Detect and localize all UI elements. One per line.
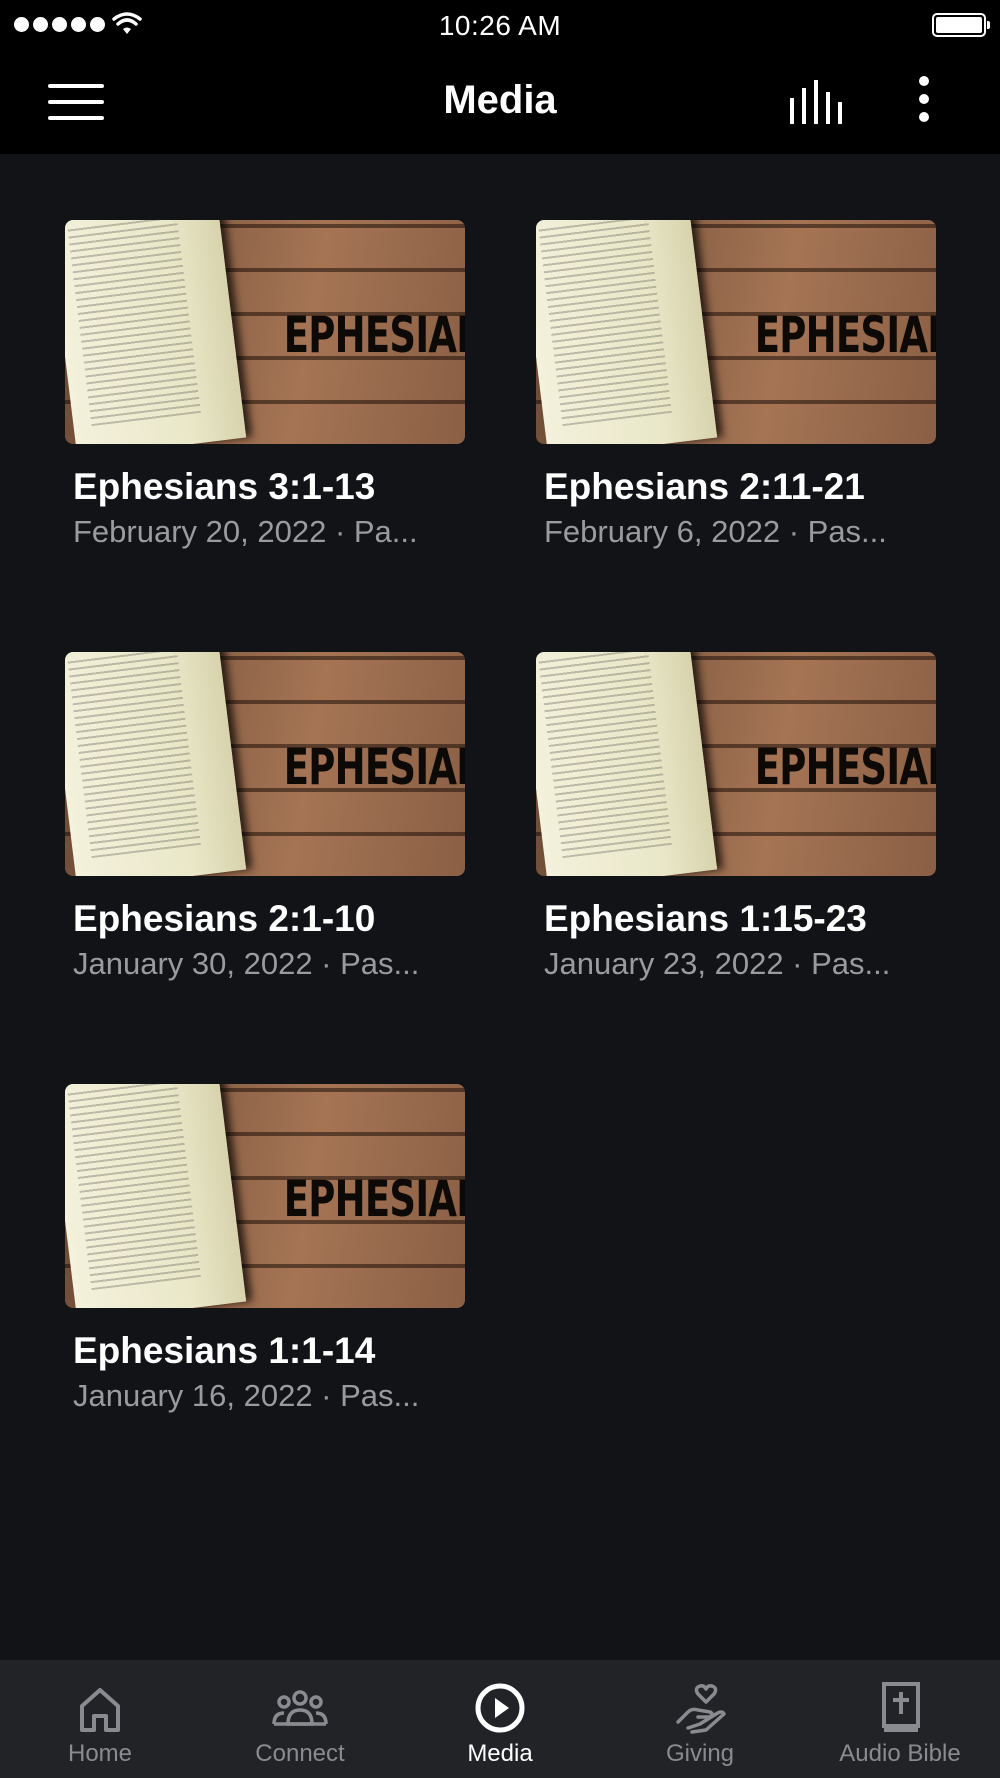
media-card[interactable]: EPHESIANS Ephesians 2:11-21 February 6, … [536,220,936,550]
play-circle-icon [475,1683,525,1733]
thumbnail-label: EPHESIANS [754,306,936,364]
tab-label: Audio Bible [839,1740,961,1767]
nav-bar: Media [0,50,1000,154]
tab-label: Media [467,1740,533,1767]
tab-bar: Home Connect Media Giving Audio Bible [0,1660,1000,1778]
people-icon [272,1690,328,1726]
tab-home[interactable]: Home [0,1660,200,1778]
bible-image [536,652,718,876]
media-card[interactable]: EPHESIANS Ephesians 2:1-10 January 30, 2… [65,652,465,982]
media-thumbnail: EPHESIANS [65,220,465,444]
media-title: Ephesians 1:15-23 [544,898,867,939]
bible-image [65,1084,247,1308]
tab-audio-bible[interactable]: Audio Bible [800,1660,1000,1778]
media-title: Ephesians 2:11-21 [544,466,865,507]
media-thumbnail: EPHESIANS [536,652,936,876]
thumbnail-label: EPHESIANS [283,738,465,796]
battery-icon [932,13,990,37]
page-title: Media [443,78,557,122]
giving-hand-heart-icon [676,1684,726,1734]
bible-image [65,220,247,444]
media-thumbnail: EPHESIANS [65,1084,465,1308]
media-thumbnail: EPHESIANS [536,220,936,444]
status-time: 10:26 AM [438,10,562,41]
media-card[interactable]: EPHESIANS Ephesians 3:1-13 February 20, … [65,220,465,550]
media-subtitle: February 6, 2022 · Pas... [544,514,887,549]
tab-label: Connect [255,1740,345,1767]
bible-image [536,220,718,444]
tab-label: Home [67,1740,133,1767]
media-title: Ephesians 1:1-14 [73,1330,376,1371]
tab-giving[interactable]: Giving [600,1660,800,1778]
bible-cross-icon [882,1682,920,1732]
thumbnail-label: EPHESIANS [754,738,936,796]
thumbnail-label: EPHESIANS [283,306,465,364]
audio-bars-icon[interactable] [788,80,844,124]
thumbnail-label: EPHESIANS [283,1170,465,1228]
tab-connect[interactable]: Connect [200,1660,400,1778]
home-icon [80,1688,120,1732]
media-card[interactable]: EPHESIANS Ephesians 1:1-14 January 16, 2… [65,1084,465,1414]
bible-image [65,652,247,876]
tab-label: Giving [665,1740,735,1767]
media-subtitle: January 23, 2022 · Pas... [544,946,891,981]
media-title: Ephesians 2:1-10 [73,898,376,939]
status-bar: 10:26 AM [0,0,1000,50]
media-card[interactable]: EPHESIANS Ephesians 1:15-23 January 23, … [536,652,936,982]
tab-media[interactable]: Media [400,1660,600,1778]
media-subtitle: January 16, 2022 · Pas... [73,1378,420,1413]
media-subtitle: January 30, 2022 · Pas... [73,946,420,981]
media-thumbnail: EPHESIANS [65,652,465,876]
media-title: Ephesians 3:1-13 [73,466,376,507]
media-subtitle: February 20, 2022 · Pa... [73,514,418,549]
more-options-icon[interactable] [908,76,940,128]
